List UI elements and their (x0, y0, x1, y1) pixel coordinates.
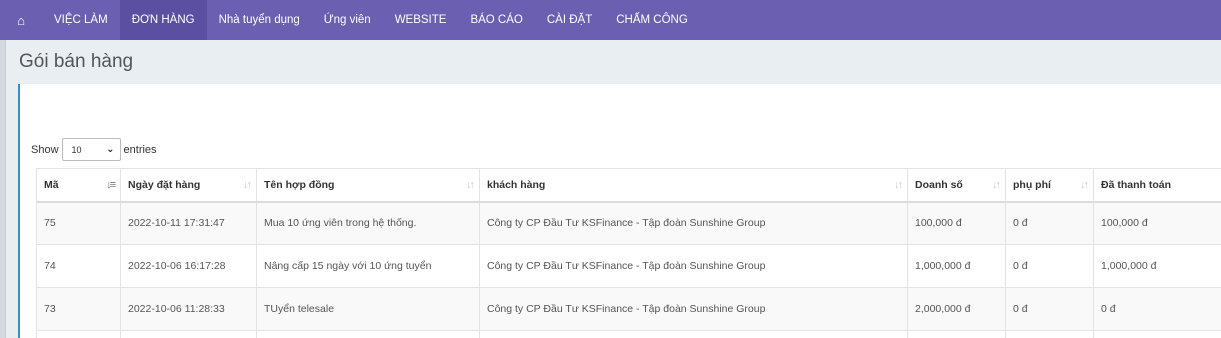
customer-link[interactable]: Công ty CP Đầu Tư KSFinance - Tập đoàn S… (479, 287, 908, 331)
nav-item-don-hang[interactable]: ĐƠN HÀNG (119, 0, 207, 40)
cell-fee: 0 đ (1005, 287, 1094, 331)
sort-icon: ↓↑ (466, 179, 475, 191)
nav-item-website[interactable]: WEBSITE (383, 0, 459, 40)
sort-icon: ↓↑ (992, 179, 1001, 191)
table-row: 75 2022-10-11 17:31:47 Mua 10 ứng viên t… (36, 201, 1221, 245)
sort-icon: ↓↑ (243, 179, 252, 191)
cell-date: 2022-10-06 16:17:28 (120, 244, 257, 288)
nav-item-ung-vien[interactable]: Ứng viên (312, 0, 383, 40)
nav-item-cham-cong[interactable]: CHẤM CÔNG (604, 0, 700, 40)
home-icon[interactable]: ⌂ (0, 0, 42, 40)
customer-link[interactable]: Công ty CP Đầu Tư KSFinance - Tập đoàn S… (479, 201, 908, 245)
column-header-da-thanh-toan[interactable]: Đã thanh toán↓↑ (1093, 168, 1221, 203)
orders-table: Mã ↓≡ Ngày đặt hàng ↓↑ Tên hợp đồng ↓↑ khác… (36, 168, 1221, 338)
entries-length-control: Show 10 ⌄ entries (31, 138, 157, 161)
show-label: Show (31, 143, 59, 156)
cell-date: 2022-10-11 17:31:47 (120, 201, 257, 245)
entries-select-value: 10 (71, 144, 82, 155)
content-panel: Show 10 ⌄ entries Mã ↓≡ Ngày đặt hàng ↓↑ T… (18, 84, 1221, 338)
cell-paid: 1,000,000 đ (1093, 244, 1221, 288)
cell-paid: 0 đ (1093, 287, 1221, 331)
cell-id: 75 (36, 201, 121, 245)
nav-item-viec-lam[interactable]: VIỆC LÀM (42, 0, 120, 40)
cell-contract: Nâng cấp 15 ngày với 10 ứng tuyển (256, 244, 480, 288)
nav-item-cai-dat[interactable]: CÀI ĐẶT (535, 0, 604, 40)
sort-icon: ↓↑ (1080, 179, 1089, 191)
chevron-down-icon: ⌄ (106, 144, 115, 155)
cell-sales: 1,000,000 đ (907, 244, 1006, 288)
page-header: Gói bán hàng (6, 40, 1221, 85)
sort-desc-icon: ↓≡ (106, 179, 116, 191)
cell-sales: 2,000,000 đ (907, 287, 1006, 331)
cell-fee: 0 đ (1005, 201, 1094, 245)
cell-paid: 100,000 đ (1093, 201, 1221, 245)
nav-item-bao-cao[interactable]: BÁO CÁO (458, 0, 534, 40)
column-header-ngay-dat-hang[interactable]: Ngày đặt hàng ↓↑ (120, 168, 257, 203)
entries-label: entries (123, 143, 157, 156)
column-header-khach-hang[interactable]: khách hàng ↓↑ (479, 168, 908, 203)
nav-item-nha-tuyen-dung[interactable]: Nhà tuyển dụng (207, 0, 312, 40)
column-header-doanh-so[interactable]: Doanh số ↓↑ (907, 168, 1006, 203)
table-row: 73 2022-10-06 11:28:33 TUyển telesale Cô… (36, 287, 1221, 331)
sort-icon: ↓↑ (894, 179, 903, 191)
cell-id: 73 (36, 287, 121, 331)
cell-contract: TUyển telesale (256, 287, 480, 331)
entries-select[interactable]: 10 ⌄ (61, 138, 121, 161)
page-title: Gói bán hàng (19, 51, 134, 72)
cell-id: 74 (36, 244, 121, 288)
cell-contract: Mua 10 ứng viên trong hệ thống. (256, 201, 480, 245)
column-header-ten-hop-dong[interactable]: Tên hợp đồng ↓↑ (256, 168, 480, 203)
customer-link[interactable]: Công ty CP Đầu Tư KSFinance - Tập đoàn S… (479, 244, 908, 288)
column-header-phu-phi[interactable]: phụ phí ↓↑ (1005, 168, 1094, 203)
cell-date: 2022-10-06 11:28:33 (120, 287, 257, 331)
column-header-ma[interactable]: Mã ↓≡ (36, 168, 121, 203)
table-row: 74 2022-10-06 16:17:28 Nâng cấp 15 ngày … (36, 244, 1221, 288)
cell-fee: 0 đ (1005, 244, 1094, 288)
table-row-partial (36, 330, 1221, 338)
cell-sales: 100,000 đ (907, 201, 1006, 245)
table-header-row: Mã ↓≡ Ngày đặt hàng ↓↑ Tên hợp đồng ↓↑ khác… (36, 168, 1221, 203)
top-navbar: ⌂ VIỆC LÀM ĐƠN HÀNG Nhà tuyển dụng Ứng v… (0, 0, 1221, 40)
